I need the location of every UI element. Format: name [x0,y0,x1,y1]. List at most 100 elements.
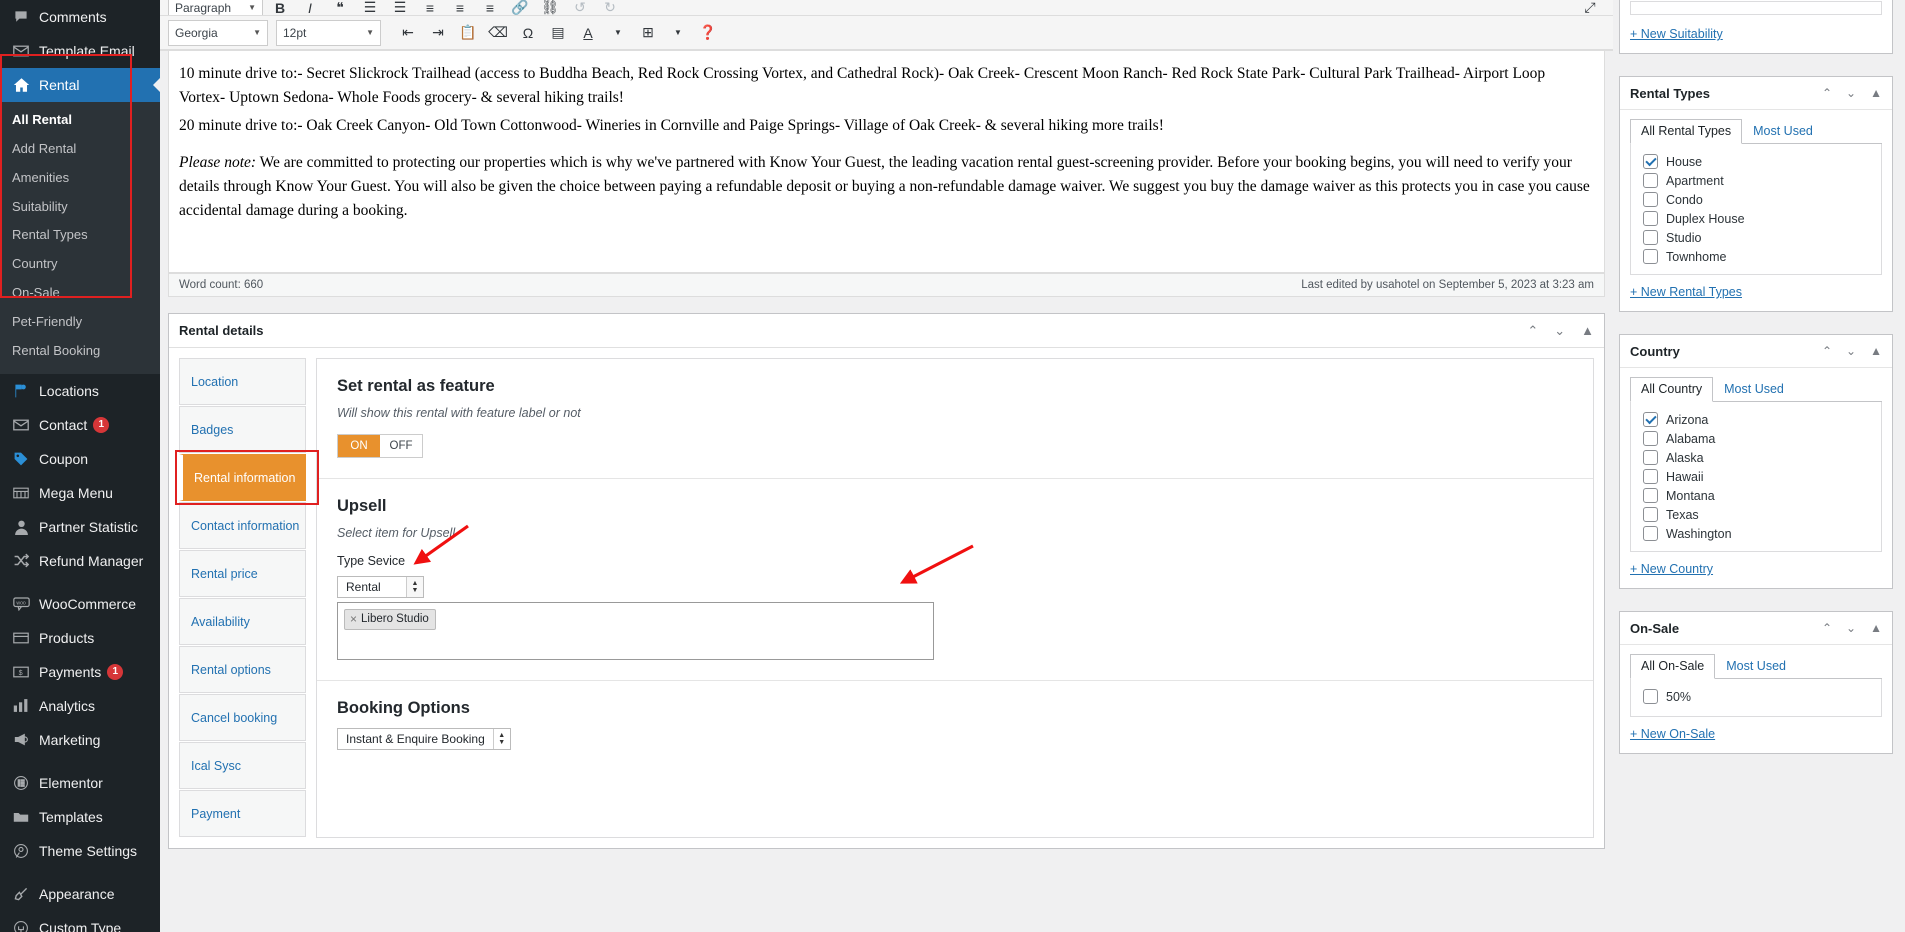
tab-cancel-booking[interactable]: Cancel booking [179,694,306,741]
upsell-items-field[interactable]: × Libero Studio [337,602,934,660]
checkbox-row-texas[interactable]: Texas [1643,505,1871,524]
sidebar-item-rental[interactable]: Rental [0,68,160,102]
sidebar-item-coupon[interactable]: Coupon [0,442,160,476]
checkbox-hawaii[interactable] [1643,469,1658,484]
remove-tag-icon[interactable]: × [350,612,357,626]
toggle-panel-icon[interactable]: ▲ [1870,344,1882,358]
sidebar-item-elementor[interactable]: Elementor [0,766,160,800]
sidebar-item-marketing[interactable]: Marketing [0,723,160,757]
move-up-icon[interactable]: ⌃ [1822,344,1832,358]
sidebar-item-locations[interactable]: Locations [0,374,160,408]
tab-badges[interactable]: Badges [179,406,306,453]
move-up-icon[interactable]: ⌃ [1527,323,1538,339]
checkbox-alaska[interactable] [1643,450,1658,465]
tab-all-country[interactable]: All Country [1630,377,1714,402]
checkbox-duplex-house[interactable] [1643,211,1658,226]
sidebar-item-payments[interactable]: $ Payments 1 [0,655,160,689]
tab-contact-information[interactable]: Contact information [179,502,306,549]
chevron-down-icon[interactable]: ▼ [605,21,631,45]
italic-icon[interactable]: I [297,0,323,15]
checkbox-texas[interactable] [1643,507,1658,522]
tab-payment[interactable]: Payment [179,790,306,837]
sidebar-item-mega-menu[interactable]: Mega Menu [0,476,160,510]
sidebar-item-custom-type[interactable]: Custom Type [0,911,160,932]
special-character-icon[interactable]: Ω [515,21,541,45]
increase-indent-icon[interactable]: ⇥ [425,21,451,45]
tab-most-used-rental-types[interactable]: Most Used [1742,119,1824,144]
checkbox-row-montana[interactable]: Montana [1643,486,1871,505]
new-on-sale-link[interactable]: + New On-Sale [1630,727,1715,741]
sidebar-item-contact[interactable]: Contact 1 [0,408,160,442]
tab-rental-options[interactable]: Rental options [179,646,306,693]
sidebar-item-analytics[interactable]: Analytics [0,689,160,723]
tab-all-on-sale[interactable]: All On-Sale [1630,654,1716,679]
submenu-item-pet-friendly[interactable]: Pet-Friendly [0,308,160,337]
chevron-down-icon[interactable]: ▼ [665,21,691,45]
horizontal-line-icon[interactable]: ▤ [545,21,571,45]
submenu-item-rental-types[interactable]: Rental Types [0,221,160,250]
submenu-item-add-rental[interactable]: Add Rental [0,135,160,164]
submenu-item-on-sale[interactable]: On-Sale [0,279,160,308]
sidebar-item-refund-manager[interactable]: Refund Manager [0,544,160,578]
booking-options-select[interactable]: Instant & Enquire Booking ▲ ▼ [337,728,511,750]
sidebar-item-partner-statistic[interactable]: Partner Statistic [0,510,160,544]
font-size-select[interactable]: 12pt ▼ [276,19,381,46]
submenu-item-suitability[interactable]: Suitability [0,193,160,222]
bulleted-list-icon[interactable]: ☰ [357,0,383,15]
tab-all-rental-types[interactable]: All Rental Types [1630,119,1743,144]
feature-toggle-off[interactable]: OFF [380,435,422,457]
checkbox-studio[interactable] [1643,230,1658,245]
sidebar-item-templates[interactable]: Templates [0,800,160,834]
feature-toggle[interactable]: ON OFF [337,434,423,458]
type-service-select[interactable]: Rental ▲ ▼ [337,576,424,598]
sidebar-item-woocommerce[interactable]: woo WooCommerce [0,587,160,621]
link-icon[interactable]: 🔗 [507,0,533,15]
tab-location[interactable]: Location [179,358,306,405]
submenu-item-country[interactable]: Country [0,250,160,279]
fullscreen-icon[interactable]: ⤢ [1577,0,1603,15]
align-right-icon[interactable]: ≡ [477,0,503,15]
checkbox-row-alabama[interactable]: Alabama [1643,429,1871,448]
tab-rental-price[interactable]: Rental price [179,550,306,597]
checkbox-condo[interactable] [1643,192,1658,207]
checkbox-row-condo[interactable]: Condo [1643,190,1871,209]
quote-icon[interactable]: ❝ [327,0,353,15]
move-up-icon[interactable]: ⌃ [1822,86,1832,100]
tab-rental-information[interactable]: Rental information [179,454,306,501]
redo-icon[interactable]: ↻ [597,0,623,15]
toggle-panel-icon[interactable]: ▲ [1870,621,1882,635]
move-down-icon[interactable]: ⌄ [1846,86,1856,100]
checkbox-montana[interactable] [1643,488,1658,503]
text-color-icon[interactable]: A [575,21,601,45]
new-country-link[interactable]: + New Country [1630,562,1713,576]
numbered-list-icon[interactable]: ☰ [387,0,413,15]
sidebar-item-appearance[interactable]: Appearance [0,877,160,911]
tab-most-used-country[interactable]: Most Used [1713,377,1795,402]
align-center-icon[interactable]: ≡ [447,0,473,15]
help-icon[interactable]: ❓ [695,21,721,45]
checkbox-row-townhome[interactable]: Townhome [1643,247,1871,266]
submenu-item-amenities[interactable]: Amenities [0,164,160,193]
move-down-icon[interactable]: ⌄ [1846,344,1856,358]
checkbox-row-duplex-house[interactable]: Duplex House [1643,209,1871,228]
new-rental-types-link[interactable]: + New Rental Types [1630,285,1742,299]
feature-toggle-on[interactable]: ON [338,435,380,457]
unlink-icon[interactable]: ⛓ [537,0,563,15]
decrease-indent-icon[interactable]: ⇤ [395,21,421,45]
move-down-icon[interactable]: ⌄ [1554,323,1565,339]
paragraph-format-select[interactable]: Paragraph ▼ [168,0,263,15]
checkbox-row-alaska[interactable]: Alaska [1643,448,1871,467]
table-icon[interactable]: ⊞ [635,21,661,45]
checkbox-arizona[interactable] [1643,412,1658,427]
toggle-panel-icon[interactable]: ▲ [1581,323,1594,338]
tab-ical-sysc[interactable]: Ical Sysc [179,742,306,789]
submenu-item-rental-booking[interactable]: Rental Booking [0,337,160,366]
sidebar-item-theme-settings[interactable]: Theme Settings [0,834,160,868]
new-suitability-link[interactable]: + New Suitability [1630,27,1723,41]
undo-icon[interactable]: ↺ [567,0,593,15]
toggle-panel-icon[interactable]: ▲ [1870,86,1882,100]
sidebar-item-products[interactable]: Products [0,621,160,655]
checkbox-house[interactable] [1643,154,1658,169]
tab-availability[interactable]: Availability [179,598,306,645]
checkbox-row-studio[interactable]: Studio [1643,228,1871,247]
